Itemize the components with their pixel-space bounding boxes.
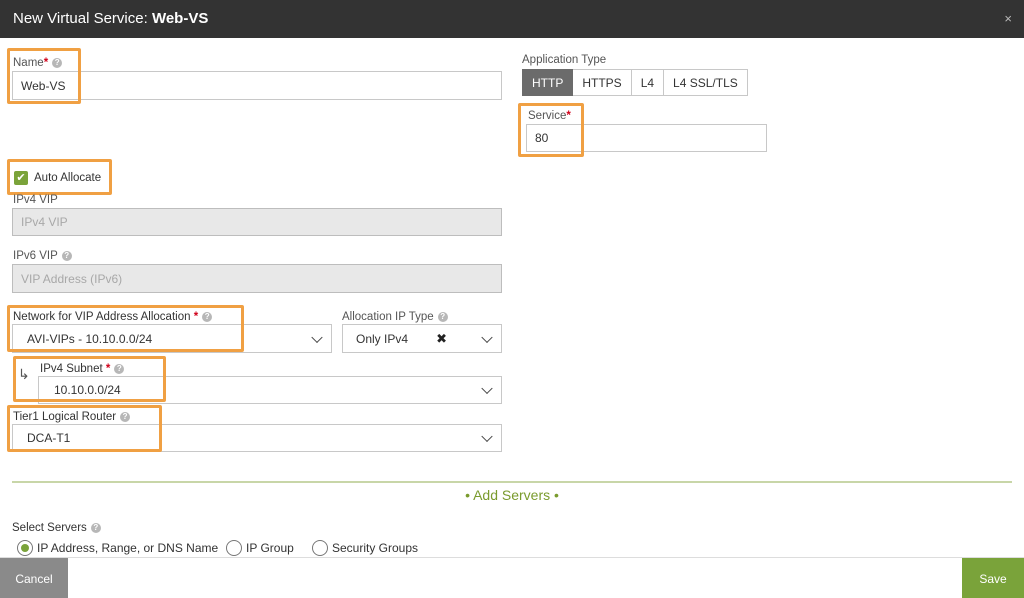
modal-title: New Virtual Service: Web-VS — [13, 10, 209, 27]
radio-ip-address[interactable]: IP Address, Range, or DNS Name — [17, 540, 218, 556]
service-input[interactable]: 80 — [526, 124, 767, 152]
app-type-l4-ssl[interactable]: L4 SSL/TLS — [664, 69, 748, 96]
radio-security-groups[interactable]: Security Groups — [312, 540, 418, 556]
ipv6-vip-input: VIP Address (IPv6) — [12, 264, 502, 293]
save-button[interactable]: Save — [962, 558, 1024, 598]
subdirectory-arrow-icon: ↳ — [18, 366, 30, 382]
radio-button[interactable] — [17, 540, 33, 556]
service-label: Service* — [528, 110, 571, 122]
tier1-label: Tier1 Logical Router? — [13, 411, 131, 423]
radio-button[interactable] — [312, 540, 328, 556]
add-servers-heading: • Add Servers • — [465, 487, 559, 503]
cancel-button[interactable]: Cancel — [0, 558, 68, 598]
name-label: Name*? — [13, 57, 63, 69]
auto-allocate-checkbox[interactable]: ✔ — [14, 171, 28, 185]
chevron-down-icon — [481, 430, 493, 443]
app-type-https[interactable]: HTTPS — [573, 69, 632, 96]
ipv6-vip-label: IPv6 VIP? — [13, 250, 72, 262]
select-servers-label: Select Servers? — [12, 522, 101, 534]
clear-icon[interactable]: ✖ — [436, 331, 447, 347]
help-icon[interactable]: ? — [437, 312, 448, 322]
auto-allocate-label: Auto Allocate — [34, 172, 102, 184]
tier1-select[interactable]: DCA-T1 — [12, 424, 502, 452]
help-icon[interactable]: ? — [90, 523, 101, 533]
help-icon[interactable]: ? — [52, 58, 63, 68]
app-type-label: Application Type — [522, 54, 607, 66]
app-type-http[interactable]: HTTP — [522, 69, 574, 96]
help-icon[interactable]: ? — [61, 251, 72, 261]
chevron-down-icon — [481, 382, 493, 395]
alloc-ip-type-select[interactable]: Only IPv4 ✖ — [342, 324, 502, 353]
radio-button[interactable] — [226, 540, 242, 556]
ipv4-subnet-label: IPv4 Subnet *? — [40, 363, 125, 375]
help-icon[interactable]: ? — [114, 364, 125, 374]
network-label: Network for VIP Address Allocation *? — [13, 311, 213, 323]
ipv4-vip-label: IPv4 VIP — [13, 194, 58, 206]
chevron-down-icon — [311, 331, 323, 343]
name-input[interactable]: Web-VS — [12, 71, 502, 100]
network-select[interactable]: AVI-VIPs - 10.10.0.0/24 — [12, 324, 332, 353]
radio-ip-group[interactable]: IP Group — [226, 540, 294, 556]
app-type-segmented: HTTP HTTPS L4 L4 SSL/TLS — [522, 69, 748, 96]
alloc-ip-type-label: Allocation IP Type? — [342, 311, 448, 323]
modal-header: New Virtual Service: Web-VS × — [0, 0, 1024, 38]
close-icon[interactable]: × — [1004, 11, 1012, 26]
help-icon[interactable]: ? — [202, 312, 213, 322]
app-type-l4[interactable]: L4 — [631, 69, 665, 96]
modal-footer: Cancel Save — [0, 557, 1024, 598]
help-icon[interactable]: ? — [120, 412, 131, 422]
ipv4-subnet-select[interactable]: 10.10.0.0/24 — [38, 376, 502, 404]
section-divider — [12, 481, 1012, 483]
ipv4-vip-input: IPv4 VIP — [12, 208, 502, 236]
chevron-down-icon — [481, 331, 493, 343]
